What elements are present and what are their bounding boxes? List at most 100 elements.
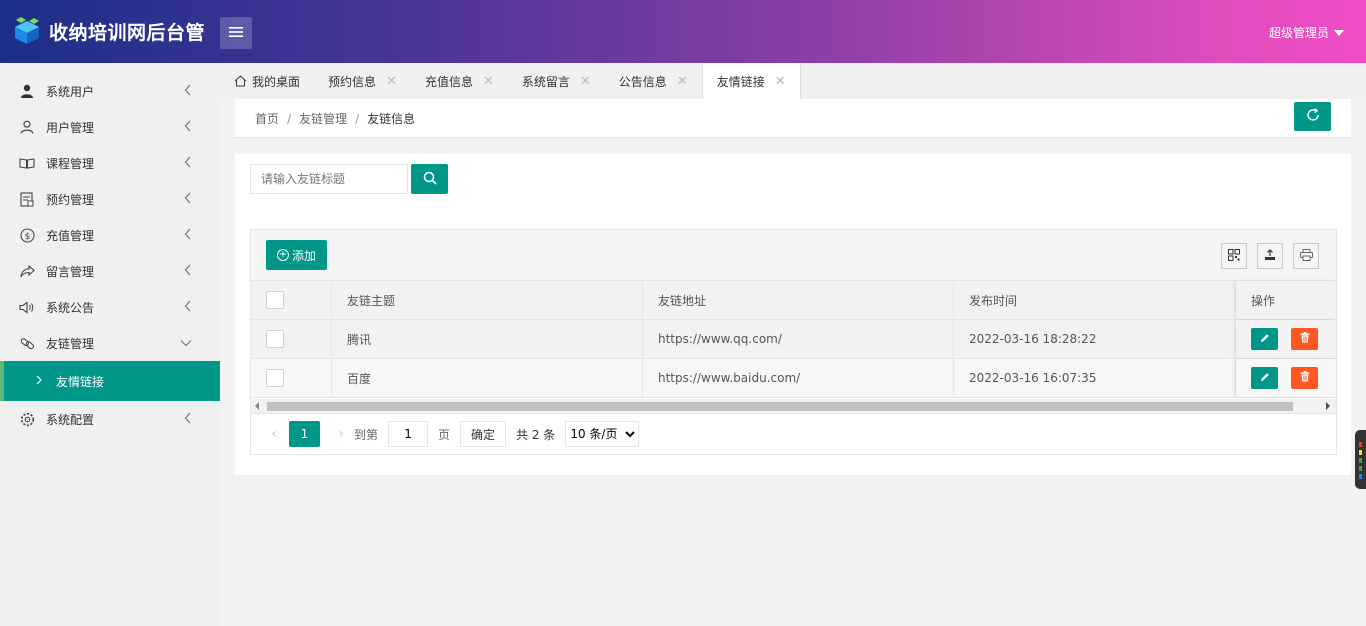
chevron-left-icon bbox=[184, 120, 192, 135]
chevron-left-icon bbox=[184, 156, 192, 171]
row-checkbox[interactable] bbox=[266, 330, 284, 348]
sidebar-item-recharge-management[interactable]: $ 充值管理 bbox=[0, 217, 220, 253]
main-panel: + 添加 友链主题 友链地址 发布时间 操作 腾讯 https://www.qq… bbox=[235, 154, 1351, 475]
add-button[interactable]: + 添加 bbox=[266, 240, 327, 270]
dollar-icon: $ bbox=[18, 226, 36, 244]
chevron-left-icon bbox=[184, 300, 192, 315]
tab-system-messages[interactable]: 系统留言 ✕ bbox=[508, 63, 605, 99]
speaker-icon bbox=[18, 298, 36, 316]
column-header: 操作 bbox=[1236, 281, 1336, 319]
horizontal-scrollbar[interactable] bbox=[251, 399, 1336, 413]
search-input[interactable] bbox=[250, 164, 408, 194]
scroll-left-icon[interactable] bbox=[255, 402, 259, 410]
chevron-left-icon bbox=[184, 412, 192, 427]
sidebar-item-booking-management[interactable]: 预约管理 bbox=[0, 181, 220, 217]
column-header: 发布时间 bbox=[954, 281, 1236, 319]
chevron-left-icon bbox=[184, 192, 192, 207]
current-page-button[interactable]: 1 bbox=[289, 421, 320, 447]
cell-title: 腾讯 bbox=[332, 320, 643, 358]
chevron-left-icon bbox=[184, 264, 192, 279]
trash-icon bbox=[1300, 332, 1310, 346]
column-header: 友链地址 bbox=[643, 281, 954, 319]
delete-button[interactable] bbox=[1291, 328, 1318, 350]
cube-logo-icon bbox=[12, 17, 42, 45]
cell-url: https://www.qq.com/ bbox=[643, 320, 954, 358]
table-row: 腾讯 https://www.qq.com/ 2022-03-16 18:28:… bbox=[251, 320, 1336, 359]
menu-toggle-button[interactable] bbox=[220, 17, 252, 49]
sidebar-item-system-users[interactable]: 系统用户 bbox=[0, 73, 220, 109]
user-menu[interactable]: 超级管理员 bbox=[1269, 24, 1344, 41]
user-outline-icon bbox=[18, 118, 36, 136]
grid-icon bbox=[1228, 248, 1240, 264]
column-header: 友链主题 bbox=[332, 281, 643, 319]
sidebar-item-link-management[interactable]: 友链管理 bbox=[0, 325, 220, 361]
search-icon bbox=[423, 171, 437, 188]
share-icon bbox=[18, 262, 36, 280]
scrollbar-thumb[interactable] bbox=[267, 402, 1293, 411]
prev-page-icon[interactable]: ‹ bbox=[265, 426, 283, 442]
cell-url: https://www.baidu.com/ bbox=[643, 359, 954, 397]
sidebar-item-user-management[interactable]: 用户管理 bbox=[0, 109, 220, 145]
tab-notice-info[interactable]: 公告信息 ✕ bbox=[605, 63, 702, 99]
close-icon[interactable]: ✕ bbox=[386, 74, 397, 89]
cell-time: 2022-03-16 16:07:35 bbox=[954, 359, 1236, 397]
chevron-down-icon bbox=[180, 336, 192, 350]
page-label: 页 bbox=[438, 427, 451, 442]
cell-title: 百度 bbox=[332, 359, 643, 397]
goto-page-input[interactable] bbox=[388, 421, 429, 447]
sidebar-item-message-management[interactable]: 留言管理 bbox=[0, 253, 220, 289]
data-table: + 添加 友链主题 友链地址 发布时间 操作 腾讯 https://www.qq… bbox=[250, 229, 1337, 455]
tab-friend-links[interactable]: 友情链接 ✕ bbox=[701, 63, 801, 99]
search-button[interactable] bbox=[411, 164, 448, 194]
close-icon[interactable]: ✕ bbox=[677, 74, 688, 89]
cell-actions bbox=[1236, 359, 1336, 397]
close-icon[interactable]: ✕ bbox=[775, 74, 786, 89]
user-name: 超级管理员 bbox=[1268, 26, 1329, 40]
svg-text:$: $ bbox=[24, 232, 30, 242]
scroll-right-icon[interactable] bbox=[1326, 402, 1330, 410]
select-all-checkbox[interactable] bbox=[266, 291, 284, 309]
edit-button[interactable] bbox=[1251, 328, 1278, 350]
trash-icon bbox=[1300, 371, 1310, 385]
home-icon bbox=[234, 75, 247, 87]
cell-actions bbox=[1236, 320, 1336, 358]
sidebar-item-system-config[interactable]: 系统配置 bbox=[0, 401, 220, 437]
book-icon bbox=[18, 154, 36, 172]
next-page-icon[interactable]: › bbox=[332, 426, 350, 442]
refresh-button[interactable] bbox=[1294, 102, 1331, 131]
page-size-select[interactable]: 10 条/页 bbox=[565, 421, 640, 447]
delete-button[interactable] bbox=[1291, 367, 1318, 389]
breadcrumb-current: 友链信息 bbox=[367, 112, 416, 126]
goto-label: 到第 bbox=[354, 427, 379, 442]
close-icon[interactable]: ✕ bbox=[483, 74, 494, 89]
caret-down-icon bbox=[1334, 29, 1344, 36]
breadcrumb-home[interactable]: 首页 bbox=[255, 112, 279, 126]
refresh-icon bbox=[1306, 108, 1320, 125]
confirm-page-button[interactable]: 确定 bbox=[460, 421, 507, 447]
chevron-right-icon bbox=[36, 374, 42, 388]
breadcrumb: 首页 / 友链管理 / 友链信息 bbox=[255, 112, 416, 126]
pencil-icon bbox=[1260, 371, 1270, 385]
chevron-left-icon bbox=[184, 228, 192, 243]
pencil-icon bbox=[1260, 332, 1270, 346]
total-count: 共 2 条 bbox=[516, 427, 556, 442]
close-icon[interactable]: ✕ bbox=[580, 74, 591, 89]
sidebar-item-system-notice[interactable]: 系统公告 bbox=[0, 289, 220, 325]
table-row: 百度 https://www.baidu.com/ 2022-03-16 16:… bbox=[251, 359, 1336, 398]
export-icon bbox=[1264, 248, 1276, 264]
tab-bar: 我的桌面 预约信息 ✕ 充值信息 ✕ 系统留言 ✕ 公告信息 ✕ 友情链接 ✕ bbox=[220, 63, 1366, 99]
floating-side-widget[interactable] bbox=[1355, 430, 1366, 489]
app-logo: 收纳培训网后台管 bbox=[12, 17, 205, 45]
edit-button[interactable] bbox=[1251, 367, 1278, 389]
sidebar-subitem-friend-links[interactable]: 友情链接 bbox=[0, 361, 220, 401]
sidebar-item-course-management[interactable]: 课程管理 bbox=[0, 145, 220, 181]
export-button[interactable] bbox=[1257, 243, 1283, 269]
pagination: ‹ 1 › 到第 页 确定 共 2 条 10 条/页 bbox=[251, 413, 1336, 454]
tab-booking-info[interactable]: 预约信息 ✕ bbox=[314, 63, 411, 99]
columns-filter-button[interactable] bbox=[1221, 243, 1247, 269]
breadcrumb-section[interactable]: 友链管理 bbox=[299, 112, 347, 126]
row-checkbox[interactable] bbox=[266, 369, 284, 387]
tab-recharge-info[interactable]: 充值信息 ✕ bbox=[411, 63, 508, 99]
tab-my-desktop[interactable]: 我的桌面 bbox=[220, 63, 314, 99]
print-button[interactable] bbox=[1293, 243, 1319, 269]
